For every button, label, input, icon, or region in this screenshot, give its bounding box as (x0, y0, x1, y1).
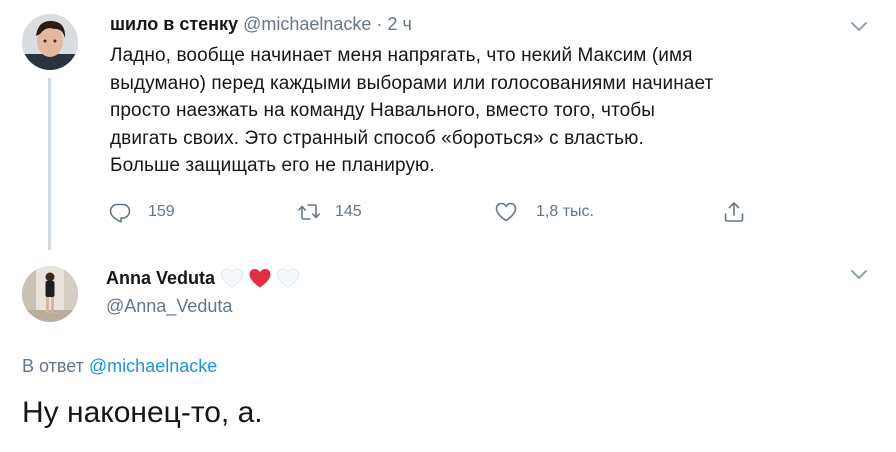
reply-mention-link[interactable]: @michaelnacke (89, 356, 217, 376)
retweet-button[interactable]: 145 (297, 200, 362, 224)
avatar-anna-veduta[interactable] (22, 266, 78, 322)
tweet1-text: Ладно, вообще начинает меня напрягать, ч… (110, 42, 870, 180)
tweet-text-line: Ладно, вообще начинает меня напрягать, ч… (110, 45, 693, 66)
thread-line (48, 78, 51, 250)
tweet-timestamp[interactable]: 2 ч (387, 14, 411, 34)
tweet2-author[interactable]: Anna Veduta (106, 266, 301, 290)
avatar-image (22, 14, 78, 70)
author-handle[interactable]: @michaelnacke (243, 14, 371, 34)
reply-prefix: В ответ (22, 356, 84, 376)
like-count: 1,8 тыс. (536, 203, 594, 220)
retweet-count: 145 (335, 203, 362, 220)
tweet1-menu-button[interactable] (850, 20, 868, 38)
reply-context: В ответ @michaelnacke (22, 356, 217, 377)
avatar-image (22, 266, 78, 322)
tweet-text-line: двигать своих. Это странный способ «боро… (110, 127, 644, 149)
tweet2-menu-button[interactable] (850, 268, 868, 286)
retweet-icon (298, 204, 320, 220)
tweet-text-line: выдумано) перед каждыми выборами или гол… (110, 72, 714, 94)
tweet1-header: шило в стенку @michaelnacke · 2 ч (110, 14, 412, 35)
author-name[interactable]: Anna Veduta (106, 268, 215, 289)
reply-count: 159 (148, 203, 175, 220)
tweet-text-line: просто наезжать на команду Навального, в… (110, 100, 655, 121)
white-heart-icon (221, 268, 244, 289)
share-icon (724, 202, 744, 222)
name-emoji-hearts (219, 266, 301, 290)
chevron-down-icon (851, 270, 867, 279)
author-handle[interactable]: @Anna_Veduta (106, 296, 232, 317)
reply-icon (109, 203, 131, 223)
chevron-down-icon (851, 22, 867, 31)
red-heart-icon (249, 269, 271, 288)
tweet-text-line: Больше защищать его не планирую. (110, 155, 435, 176)
like-button[interactable]: 1,8 тыс. (494, 200, 594, 224)
reply-button[interactable]: 159 (108, 200, 175, 224)
white-heart-icon (277, 268, 300, 289)
author-name[interactable]: шило в стенку (110, 14, 238, 34)
heart-icon (495, 202, 517, 222)
tweet2-text: Ну наконец-то, а. (22, 396, 263, 429)
separator-dot: · (376, 14, 383, 34)
avatar-michaelnacke[interactable] (22, 14, 78, 70)
share-button[interactable] (722, 200, 746, 224)
